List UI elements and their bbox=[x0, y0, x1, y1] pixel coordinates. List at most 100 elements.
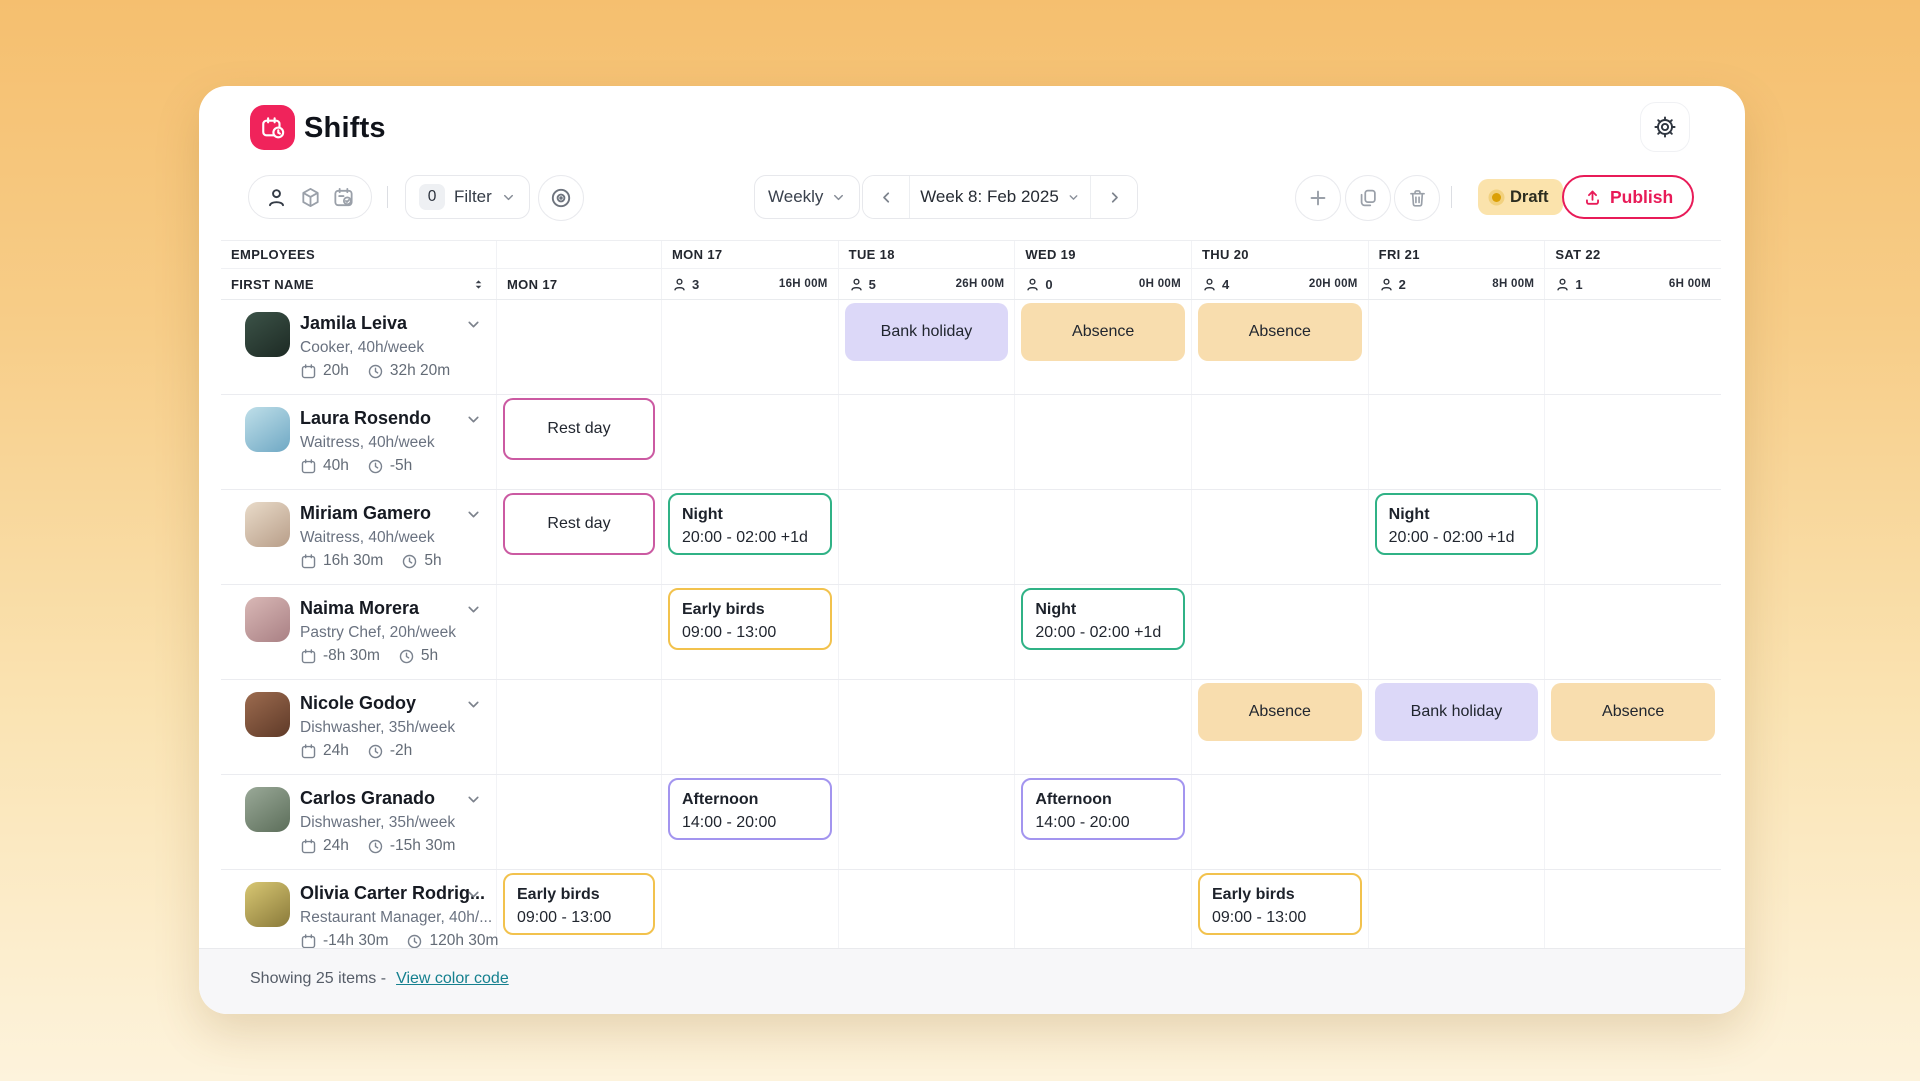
shift-cell[interactable]: Rest day bbox=[496, 490, 661, 584]
shift-chip-afternoon[interactable]: Afternoon14:00 - 20:00 bbox=[1021, 778, 1185, 840]
view-mode-select[interactable]: Weekly bbox=[754, 175, 860, 219]
shift-cell[interactable] bbox=[838, 585, 1015, 679]
week-label: Week 8: Feb 2025 bbox=[920, 187, 1059, 207]
expand-row-chevron-icon[interactable] bbox=[465, 601, 482, 618]
shift-cell[interactable] bbox=[1191, 775, 1368, 869]
shift-chip-absence[interactable]: Absence bbox=[1198, 303, 1362, 361]
shift-cell[interactable] bbox=[1368, 395, 1545, 489]
watch-view-button[interactable] bbox=[538, 175, 584, 221]
shift-chip-rest[interactable]: Rest day bbox=[503, 398, 655, 460]
shifts-app-window: Shifts bbox=[199, 86, 1745, 1014]
shift-cell[interactable] bbox=[1544, 585, 1721, 679]
shift-chip-night[interactable]: Night20:00 - 02:00 +1d bbox=[1021, 588, 1185, 650]
person-icon bbox=[1025, 277, 1040, 292]
sort-icon[interactable] bbox=[471, 277, 486, 292]
shift-chip-night[interactable]: Night20:00 - 02:00 +1d bbox=[668, 493, 832, 555]
shift-cell[interactable] bbox=[1014, 395, 1191, 489]
clock-icon bbox=[406, 933, 423, 950]
shift-cell[interactable] bbox=[838, 680, 1015, 774]
shift-cell[interactable]: Absence bbox=[1544, 680, 1721, 774]
expand-row-chevron-icon[interactable] bbox=[465, 316, 482, 333]
employee-info-cell: Naima MoreraPastry Chef, 20h/week-8h 30m… bbox=[221, 585, 496, 679]
view-color-code-link[interactable]: View color code bbox=[396, 970, 509, 988]
shift-cell[interactable]: Night20:00 - 02:00 +1d bbox=[1368, 490, 1545, 584]
shift-chip-absence[interactable]: Absence bbox=[1551, 683, 1715, 741]
shift-cell[interactable] bbox=[496, 585, 661, 679]
shift-cell[interactable]: Bank holiday bbox=[838, 300, 1015, 394]
shift-cell[interactable] bbox=[838, 395, 1015, 489]
draft-dot-icon bbox=[1492, 193, 1501, 202]
shift-cell[interactable] bbox=[1368, 775, 1545, 869]
next-week-button[interactable] bbox=[1091, 176, 1137, 218]
week-select[interactable]: Week 8: Feb 2025 bbox=[909, 176, 1091, 218]
shift-chip-absence[interactable]: Absence bbox=[1198, 683, 1362, 741]
shift-chip-bank[interactable]: Bank holiday bbox=[1375, 683, 1539, 741]
calendar-icon bbox=[300, 458, 317, 475]
employee-stats: 24h-15h 30m bbox=[300, 837, 455, 855]
shift-chip-night[interactable]: Night20:00 - 02:00 +1d bbox=[1375, 493, 1539, 555]
shift-cell[interactable]: Absence bbox=[1014, 300, 1191, 394]
shift-cell[interactable] bbox=[1191, 490, 1368, 584]
copy-week-button[interactable] bbox=[1345, 175, 1391, 221]
settings-button[interactable] bbox=[1640, 102, 1690, 152]
add-shift-button[interactable] bbox=[1295, 175, 1341, 221]
shift-cell[interactable] bbox=[838, 775, 1015, 869]
shift-cell[interactable] bbox=[661, 680, 838, 774]
shift-cell[interactable] bbox=[661, 395, 838, 489]
shift-chip-rest[interactable]: Rest day bbox=[503, 493, 655, 555]
day-employee-count: 0 bbox=[1045, 277, 1052, 292]
shift-cell[interactable] bbox=[496, 680, 661, 774]
shift-cell[interactable] bbox=[1191, 585, 1368, 679]
shift-cell[interactable]: Afternoon14:00 - 20:00 bbox=[661, 775, 838, 869]
avatar bbox=[245, 692, 290, 737]
shift-cell[interactable]: Night20:00 - 02:00 +1d bbox=[1014, 585, 1191, 679]
clock-icon bbox=[367, 363, 384, 380]
shift-cell[interactable] bbox=[1544, 775, 1721, 869]
shift-cell[interactable]: Night20:00 - 02:00 +1d bbox=[661, 490, 838, 584]
publish-button[interactable]: Publish bbox=[1562, 175, 1694, 219]
previous-week-button[interactable] bbox=[863, 176, 909, 218]
shift-cell[interactable] bbox=[838, 490, 1015, 584]
shift-cell[interactable] bbox=[1544, 300, 1721, 394]
shift-cell[interactable]: Absence bbox=[1191, 300, 1368, 394]
clock-icon bbox=[367, 743, 384, 760]
shift-cell[interactable] bbox=[1544, 490, 1721, 584]
filter-button[interactable]: 0 Filter bbox=[405, 175, 530, 219]
shift-chip-early[interactable]: Early birds09:00 - 13:00 bbox=[503, 873, 655, 935]
schedule-view-icon[interactable] bbox=[332, 186, 355, 209]
expand-row-chevron-icon[interactable] bbox=[465, 791, 482, 808]
expand-row-chevron-icon[interactable] bbox=[465, 411, 482, 428]
shift-cell[interactable] bbox=[1014, 490, 1191, 584]
employee-row: Jamila LeivaCooker, 40h/week20h32h 20mBa… bbox=[221, 300, 1721, 395]
shift-chip-bank[interactable]: Bank holiday bbox=[845, 303, 1009, 361]
first-name-header[interactable]: FIRST NAME bbox=[231, 277, 314, 292]
employee-role: Cooker, 40h/week bbox=[300, 339, 424, 357]
shift-chip-early[interactable]: Early birds09:00 - 13:00 bbox=[1198, 873, 1362, 935]
shift-chip-absence[interactable]: Absence bbox=[1021, 303, 1185, 361]
delete-button[interactable] bbox=[1394, 175, 1440, 221]
day-total-hours: 20H 00M bbox=[1309, 278, 1358, 290]
day-summary-3: 00H 00M bbox=[1014, 269, 1191, 299]
shift-cell[interactable] bbox=[496, 775, 661, 869]
shift-cell[interactable] bbox=[1368, 585, 1545, 679]
shift-cell[interactable]: Rest day bbox=[496, 395, 661, 489]
shift-cell[interactable] bbox=[661, 300, 838, 394]
shift-chip-afternoon[interactable]: Afternoon14:00 - 20:00 bbox=[668, 778, 832, 840]
shift-cell[interactable] bbox=[1014, 680, 1191, 774]
shift-cell[interactable] bbox=[1544, 395, 1721, 489]
shift-cell[interactable]: Early birds09:00 - 13:00 bbox=[661, 585, 838, 679]
employees-view-icon[interactable] bbox=[265, 186, 288, 209]
shift-cell[interactable]: Afternoon14:00 - 20:00 bbox=[1014, 775, 1191, 869]
shift-cell[interactable]: Absence bbox=[1191, 680, 1368, 774]
draft-label: Draft bbox=[1510, 188, 1549, 207]
expand-row-chevron-icon[interactable] bbox=[465, 886, 482, 903]
day-employee-count: 5 bbox=[869, 277, 876, 292]
shift-cell[interactable] bbox=[1191, 395, 1368, 489]
shift-cell[interactable]: Bank holiday bbox=[1368, 680, 1545, 774]
shift-chip-early[interactable]: Early birds09:00 - 13:00 bbox=[668, 588, 832, 650]
expand-row-chevron-icon[interactable] bbox=[465, 696, 482, 713]
positions-view-icon[interactable] bbox=[299, 186, 322, 209]
expand-row-chevron-icon[interactable] bbox=[465, 506, 482, 523]
shift-cell[interactable] bbox=[496, 300, 661, 394]
shift-cell[interactable] bbox=[1368, 300, 1545, 394]
